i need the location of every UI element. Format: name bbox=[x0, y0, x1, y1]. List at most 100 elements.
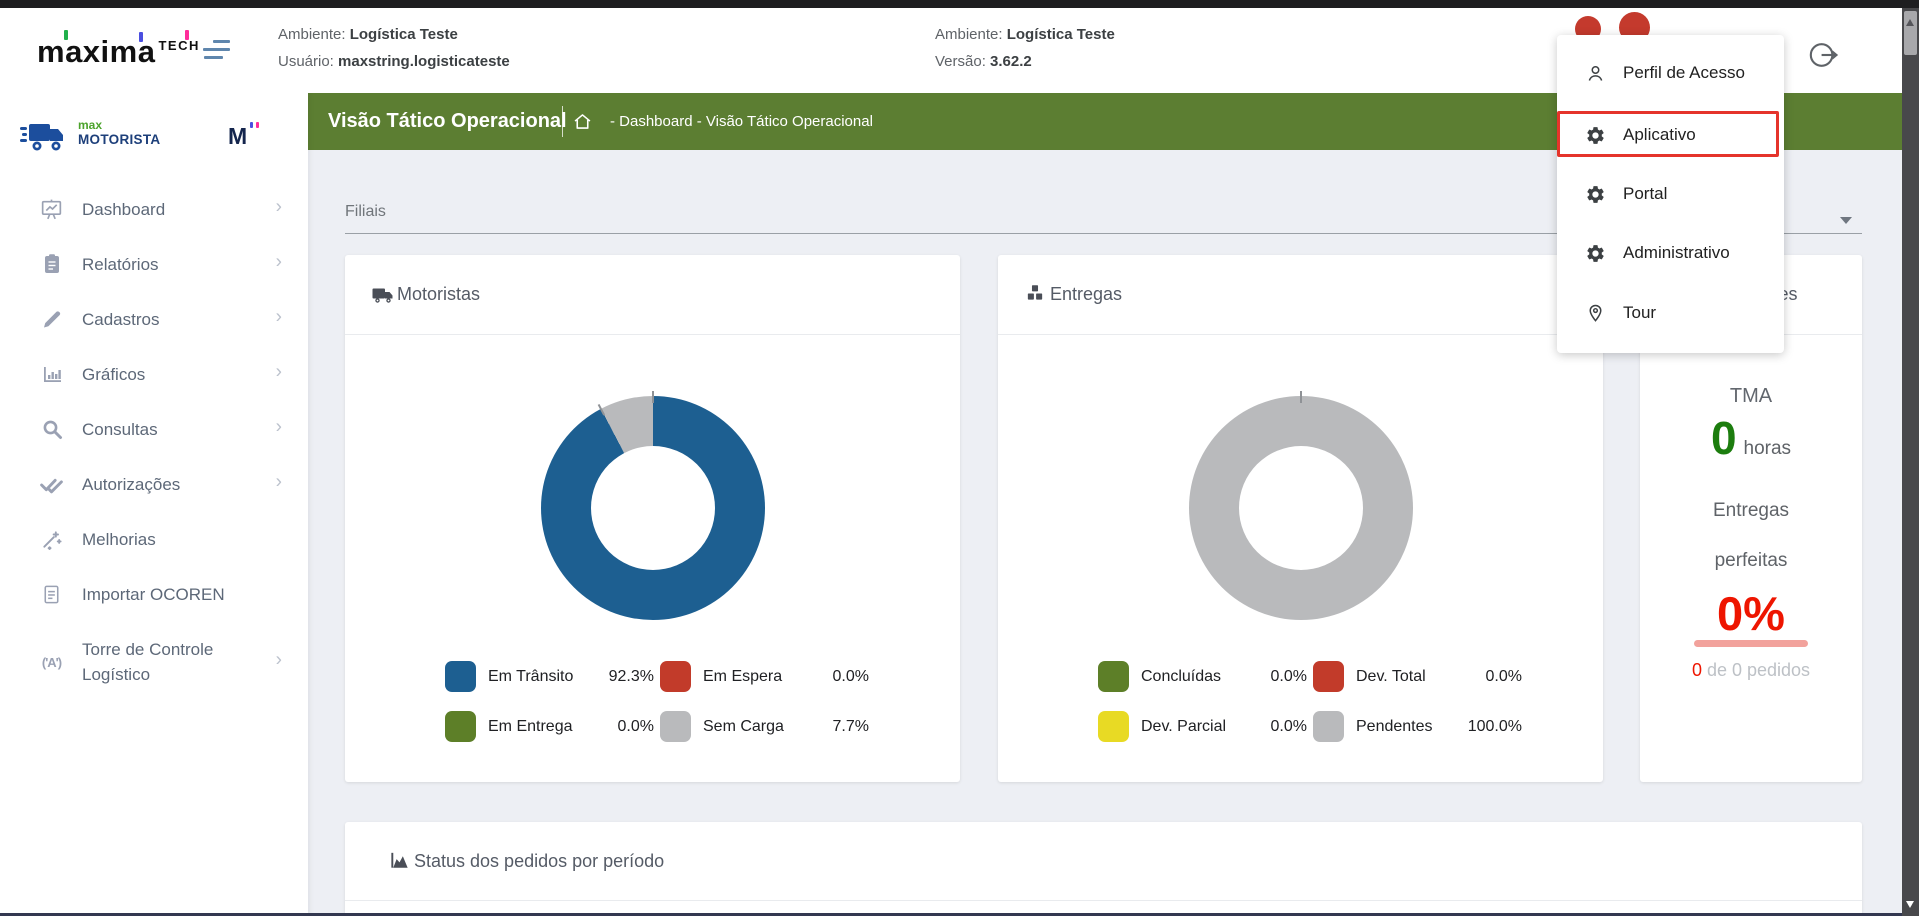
sidebar-item-label: Cadastros bbox=[82, 307, 159, 332]
vertical-scrollbar[interactable] bbox=[1902, 8, 1919, 916]
logout-icon[interactable] bbox=[1806, 38, 1840, 72]
legend-swatch bbox=[445, 661, 476, 692]
status-card-title: Status dos pedidos por período bbox=[414, 851, 664, 872]
mini-logo-accent-pink bbox=[256, 122, 259, 128]
menu-item-portal[interactable]: Portal bbox=[1557, 172, 1784, 216]
chevron-right-icon: › bbox=[276, 197, 282, 219]
sidebar-item-label: Autorizações bbox=[82, 472, 180, 497]
area-chart-icon bbox=[388, 849, 412, 873]
truck-icon bbox=[371, 283, 395, 307]
entregas-legend: Concluídas 0.0% Dev. Total 0.0% Dev. Par… bbox=[1098, 661, 1528, 742]
entregas-donut-chart bbox=[1189, 396, 1413, 620]
brand-suffix: TECH bbox=[158, 38, 199, 53]
sidebar-item-melhorias[interactable]: Melhorias bbox=[0, 522, 308, 556]
user-dropdown-menu: Perfil de Acesso Aplicativo Portal bbox=[1557, 35, 1784, 353]
user-icon bbox=[1585, 63, 1606, 84]
boxes-icon bbox=[1024, 283, 1048, 307]
chevron-right-icon: › bbox=[276, 307, 282, 329]
entregas-card-title: Entregas bbox=[1050, 284, 1122, 305]
sidebar-item-cadastros[interactable]: Cadastros › bbox=[0, 302, 308, 336]
dashboard-icon bbox=[38, 196, 65, 223]
sidebar-item-consultas[interactable]: Consultas › bbox=[0, 412, 308, 446]
sidebar-item-torre-de-controle[interactable]: ('A') Torre de Controle Logístico › bbox=[0, 633, 308, 691]
sidebar-item-graficos[interactable]: Gráficos › bbox=[0, 357, 308, 391]
sidebar: max MOTORISTA M Dashboard › bbox=[0, 93, 308, 916]
sidebar-item-dashboard[interactable]: Dashboard › bbox=[0, 192, 308, 226]
motoristas-donut-chart bbox=[541, 396, 765, 620]
gear-icon bbox=[1585, 243, 1606, 264]
app-window: maximaTECH Ambiente: Logística Teste Usu… bbox=[0, 0, 1919, 916]
logo-accent-blue bbox=[139, 32, 143, 42]
menu-item-aplicativo[interactable]: Aplicativo bbox=[1557, 113, 1784, 157]
legend-item: Em Espera 0.0% bbox=[660, 661, 875, 692]
magic-wand-icon bbox=[38, 526, 65, 553]
home-icon[interactable] bbox=[572, 111, 593, 132]
mini-logo-accent-blue bbox=[250, 122, 253, 128]
tma-label: TMA bbox=[1640, 385, 1862, 408]
product-name-top: max bbox=[78, 119, 160, 131]
chevron-right-icon: › bbox=[276, 472, 282, 494]
entregas-card: Entregas Concluídas 0.0% Dev. Total 0.0% bbox=[998, 255, 1603, 782]
ambiente-value: Logística Teste bbox=[350, 26, 458, 43]
legend-swatch bbox=[660, 711, 691, 742]
sidebar-item-label: Melhorias bbox=[82, 527, 156, 552]
legend-item: Em Entrega 0.0% bbox=[445, 711, 660, 742]
usuario-value: maxstring.logisticateste bbox=[338, 53, 510, 70]
title-divider bbox=[562, 106, 563, 137]
legend-item: Em Trânsito 92.3% bbox=[445, 661, 660, 692]
scroll-down-icon[interactable] bbox=[1906, 901, 1914, 908]
motoristas-card-title: Motoristas bbox=[397, 284, 480, 305]
sidebar-item-autorizacoes[interactable]: Autorizações › bbox=[0, 467, 308, 501]
legend-item: Concluídas 0.0% bbox=[1098, 661, 1313, 692]
legend-swatch bbox=[1098, 661, 1129, 692]
chevron-right-icon: › bbox=[276, 417, 282, 439]
environment-version-info: Ambiente: Logística Teste Versão: 3.62.2 bbox=[935, 21, 1115, 75]
max-motorista-wordmark: max MOTORISTA bbox=[78, 119, 160, 148]
antenna-icon: ('A') bbox=[38, 649, 65, 676]
hamburger-menu-icon[interactable] bbox=[203, 39, 231, 63]
breadcrumb: - Dashboard - Visão Tático Operacional bbox=[610, 93, 873, 150]
versao-label: Versão: bbox=[935, 53, 986, 70]
versao-value: 3.62.2 bbox=[990, 53, 1032, 70]
chevron-right-icon: › bbox=[276, 252, 282, 274]
truck-logo-icon bbox=[20, 120, 68, 154]
scrollbar-up-button[interactable] bbox=[1904, 11, 1917, 55]
sidebar-item-label: Importar OCOREN bbox=[82, 582, 225, 607]
environment-user-info: Ambiente: Logística Teste Usuário: maxst… bbox=[278, 21, 510, 75]
entregas-card-header: Entregas bbox=[998, 255, 1603, 335]
legend-swatch bbox=[660, 661, 691, 692]
sidebar-item-importar-ocoren[interactable]: Importar OCOREN bbox=[0, 577, 308, 611]
gear-icon bbox=[1585, 184, 1606, 205]
sidebar-item-label: Gráficos bbox=[82, 362, 145, 387]
ambiente-value: Logística Teste bbox=[1007, 26, 1115, 43]
maxima-tech-logo: maximaTECH bbox=[37, 34, 200, 70]
legend-item: Dev. Parcial 0.0% bbox=[1098, 711, 1313, 742]
sidebar-item-label: Consultas bbox=[82, 417, 158, 442]
double-check-icon bbox=[38, 471, 65, 498]
motoristas-card-header: Motoristas bbox=[345, 255, 960, 335]
legend-swatch bbox=[1098, 711, 1129, 742]
legend-swatch bbox=[445, 711, 476, 742]
scroll-up-icon bbox=[1906, 19, 1914, 26]
motoristas-card: Motoristas Em Trânsito 92.3% Em Espera 0… bbox=[345, 255, 960, 782]
sidebar-item-relatorios[interactable]: Relatórios › bbox=[0, 247, 308, 281]
sidebar-item-label: Relatórios bbox=[82, 252, 159, 277]
gear-icon bbox=[1585, 125, 1606, 146]
search-icon bbox=[38, 416, 65, 443]
document-icon bbox=[38, 581, 65, 608]
sidebar-item-label: Dashboard bbox=[82, 197, 165, 222]
tma-value: 0 bbox=[1711, 415, 1737, 461]
perfect-deliveries-line2: perfeitas bbox=[1640, 550, 1862, 572]
legend-item: Sem Carga 7.7% bbox=[660, 711, 875, 742]
chevron-right-icon: › bbox=[276, 650, 282, 672]
location-pin-icon bbox=[1585, 303, 1606, 324]
legend-swatch bbox=[1313, 661, 1344, 692]
ambiente-label: Ambiente: bbox=[278, 26, 346, 43]
legend-item: Dev. Total 0.0% bbox=[1313, 661, 1528, 692]
perfect-deliveries-line1: Entregas bbox=[1640, 500, 1862, 522]
menu-item-tour[interactable]: Tour bbox=[1557, 291, 1784, 335]
menu-item-administrativo[interactable]: Administrativo bbox=[1557, 231, 1784, 275]
menu-item-perfil-de-acesso[interactable]: Perfil de Acesso bbox=[1557, 51, 1784, 95]
status-pedidos-card: Status dos pedidos por período bbox=[345, 822, 1862, 916]
brand-name: maxima bbox=[37, 34, 155, 69]
